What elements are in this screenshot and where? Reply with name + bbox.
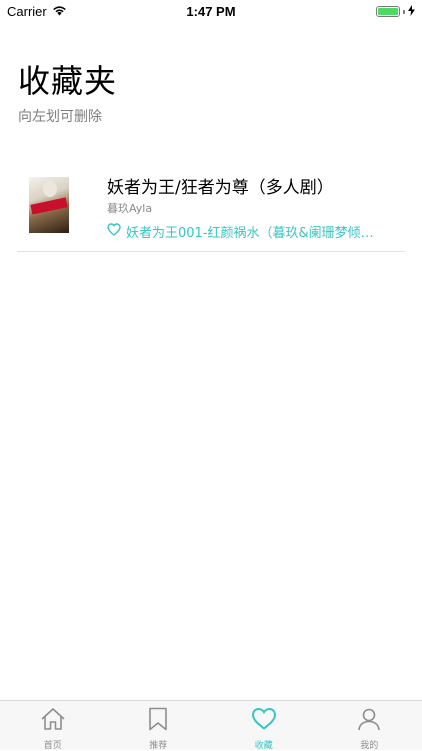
tab-favorites[interactable]: 收藏 [211,701,317,750]
tab-recommend-label: 推荐 [149,738,167,751]
tab-home-label: 首页 [44,738,62,751]
battery-fill [378,8,398,15]
page-title: 收藏夹 [18,56,117,102]
favorite-episode[interactable]: 妖者为王001-红颜祸水（暮玖&阑珊梦倾… [107,222,405,240]
cover-figure [43,181,57,197]
heart-icon [107,223,121,240]
favorite-list-item[interactable]: 妖者为王/狂者为尊（多人剧） 暮玖Ayla 妖者为王001-红颜祸水（暮玖&阑珊… [17,160,405,252]
status-time: 1:47 PM [0,4,422,19]
favorite-title[interactable]: 妖者为王/狂者为尊（多人剧） [107,173,334,198]
battery-tip [403,10,405,14]
cover-title-stripe [30,197,67,214]
heart-icon [251,707,277,735]
home-icon [40,707,66,735]
battery-icon [376,6,400,17]
tab-profile-label: 我的 [360,738,378,751]
tab-home[interactable]: 首页 [0,701,106,750]
favorite-author: 暮玖Ayla [107,200,152,216]
person-icon [356,707,382,735]
status-right [376,4,415,19]
page-subtitle: 向左划可删除 [18,106,102,126]
tab-recommend[interactable]: 推荐 [106,701,212,750]
album-cover-image[interactable] [29,177,69,233]
tab-bar: 首页 推荐 收藏 我的 [0,700,422,750]
bookmark-icon [145,707,171,735]
tab-profile[interactable]: 我的 [317,701,422,750]
favorite-episode-label: 妖者为王001-红颜祸水（暮玖&阑珊梦倾… [126,222,374,241]
status-bar: Carrier 1:47 PM [0,0,422,22]
tab-favorites-label: 收藏 [255,738,273,751]
charging-bolt-icon [408,4,415,19]
